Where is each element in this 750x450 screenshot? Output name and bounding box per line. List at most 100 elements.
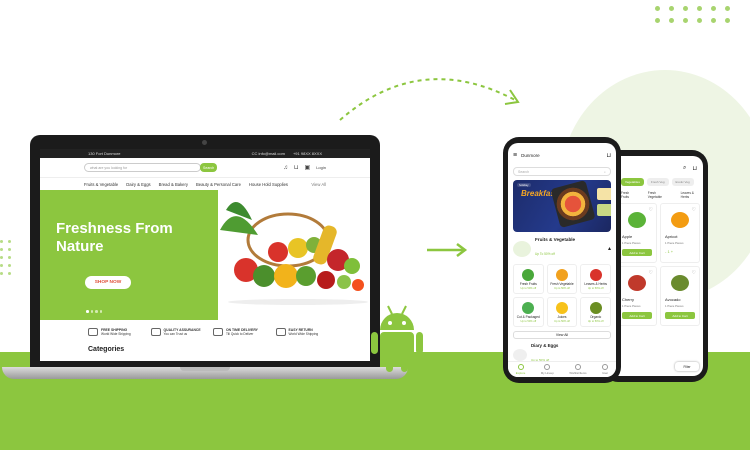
phone-back-header: ⌕ ⊔ (607, 160, 703, 176)
view-all-link[interactable]: View All (311, 182, 326, 187)
search-icon[interactable]: ⌕ (604, 170, 606, 174)
search-input[interactable]: what are you looking for (84, 163, 201, 172)
user-icon (602, 364, 609, 370)
product-pieces: 1 Piece Pieces (622, 241, 641, 245)
chevron-up-icon[interactable]: ▴ (608, 245, 611, 252)
dashed-curve-arrow (339, 78, 520, 121)
product-image (555, 268, 568, 281)
subcategory-tabs: Fresh Fruits Fresh Vegetable Leaves & He… (607, 191, 703, 199)
product-name: Cherry (622, 297, 635, 302)
quantity-stepper[interactable]: - 1 + (665, 249, 673, 254)
return-icon (275, 328, 286, 336)
product-pieces: 1 Piece Pieces (665, 241, 684, 245)
subcategory-card[interactable]: Juices Up to 50% off (546, 297, 578, 327)
section-sub: Up To 50% off (535, 252, 555, 256)
subcategory-card[interactable]: Fresh Vegetable Up to 50% off (546, 264, 578, 294)
hero-green-panel: Freshness From Nature SHOP NOW (40, 190, 218, 320)
subcategory-grid: Fresh Fruits Up to 50% off Fresh Vegetab… (513, 264, 611, 327)
chip-vegetables[interactable]: Vegetables (621, 178, 644, 186)
features-row: FREE SHIPPING World Wide Shipping QUALITY… (88, 325, 328, 339)
product-card[interactable]: ♡ Apricot 1 Piece Pieces - 1 + (660, 203, 700, 263)
section-title: Fruits & Vegetable (535, 237, 576, 242)
category-nav: Fruits & Vegetable Dairy & Eggs Bread & … (40, 178, 370, 190)
feature-return: EASY RETURN World Wide Shipping (275, 325, 329, 339)
subcategory-card[interactable]: Leaves & Herbs Up to 50% off (580, 264, 611, 294)
website-topbar: 130 Fort Dunmore CC info@mail.com +91 98… (40, 149, 370, 158)
search-button[interactable]: Search (199, 163, 218, 172)
fruits-vegetable-section[interactable]: Fruits & Vegetable Up To 50% off ▴ (513, 237, 611, 260)
nav-item-beauty[interactable]: Beauty & Personal Care (196, 182, 241, 187)
subcategory-card[interactable]: Organic Up to 50% off (580, 297, 611, 327)
product-pieces: 1 Piece Pieces (665, 304, 684, 308)
phone-front-header: ≡ Dunmore ⊔ (508, 143, 616, 167)
phone-front-screen: ≡ Dunmore ⊔ Search ⌕ holiday Breakfast T… (508, 143, 616, 377)
subcat-fresh-fruits[interactable]: Fresh Fruits (621, 191, 638, 199)
cart-icon[interactable]: ⊔ (606, 152, 611, 159)
topbar-email[interactable]: CC info@mail.com (252, 151, 285, 156)
hero-carousel-dots[interactable] (86, 310, 102, 313)
search-icon[interactable]: ⌕ (683, 165, 686, 172)
tab-my-lineup[interactable]: My Lineup (541, 364, 554, 375)
heart-icon[interactable]: ♡ (692, 207, 696, 213)
laptop-camera (202, 140, 207, 145)
banner-thumb (597, 188, 611, 200)
subcategory-card[interactable]: Cut & Packaged Up to 50% off (513, 297, 544, 327)
arrow-right-icon (427, 243, 468, 257)
promo-banner[interactable]: holiday Breakfast Time (513, 180, 611, 232)
product-image (522, 301, 535, 314)
topbar-location[interactable]: 130 Fort Dunmore (88, 151, 120, 156)
tab-wishlist[interactable]: Wishlist/Items (569, 364, 587, 375)
filter-button[interactable]: Filter (675, 362, 699, 371)
decorative-side-dots (0, 240, 20, 290)
nav-item-dairy-eggs[interactable]: Dairy & Eggs (126, 182, 150, 187)
heart-icon[interactable]: ♡ (649, 270, 653, 276)
product-card[interactable]: ♡ Cherry 1 Piece Pieces Add to Cart (617, 266, 657, 326)
add-to-cart-button[interactable]: Add to Cart (622, 249, 652, 256)
heart-icon[interactable]: ♡ (692, 270, 696, 276)
feature-free-shipping: FREE SHIPPING World Wide Shipping (88, 325, 141, 339)
nav-item-bread-bakery[interactable]: Bread & Bakery (159, 182, 188, 187)
tab-user[interactable]: User (602, 364, 609, 375)
product-image (671, 212, 689, 228)
shop-now-button[interactable]: SHOP NOW (85, 276, 131, 289)
product-card[interactable]: ♡ Avocado 1 Piece Pieces Add to Cart (660, 266, 700, 326)
dairy-icon (513, 348, 527, 361)
add-to-cart-button[interactable]: Add to Cart (622, 312, 652, 319)
chip-fresh-veg[interactable]: Fresh Veg (646, 178, 669, 186)
feature-delivery: ON TIME DELIVERY Till Quick to Deliver (213, 325, 266, 339)
nav-item-fruits-vegetable[interactable]: Fruits & Vegetable (84, 182, 118, 187)
add-to-cart-button[interactable]: Add to Cart (665, 312, 695, 319)
dish-image (550, 180, 596, 228)
topbar-phone[interactable]: +91 98XX 8XXX (293, 151, 322, 156)
banner-brand: holiday (517, 183, 531, 187)
laptop-notch (180, 367, 230, 371)
fruit-basket-icon (513, 240, 531, 257)
categories-heading: Categories (88, 346, 125, 353)
menu-icon[interactable]: ≡ (513, 152, 517, 159)
decorative-dot-grid (655, 6, 745, 36)
clock-icon (213, 328, 223, 336)
website-header: what are you looking for Search ♫ ⊔ ▣ Lo… (40, 158, 370, 178)
vegetable-basket-image (220, 202, 368, 305)
login-icon[interactable]: ▣ (305, 164, 311, 171)
product-name: Apple (622, 234, 633, 239)
tab-explore[interactable]: Explore (516, 364, 525, 375)
cart-icon[interactable]: ⊔ (692, 165, 697, 172)
bell-icon[interactable]: ♫ (283, 165, 288, 171)
chip-exotic-veg[interactable]: Exotic Veg (671, 178, 694, 186)
subcat-leaves-herbs[interactable]: Leaves & Herbs (681, 191, 703, 199)
laptop-mockup: 130 Fort Dunmore CC info@mail.com +91 98… (2, 135, 408, 379)
subcat-fresh-vegetable[interactable]: Fresh Vegetable (648, 191, 671, 199)
laptop-screen-bezel: 130 Fort Dunmore CC info@mail.com +91 98… (30, 135, 380, 367)
view-all-button[interactable]: View All (513, 331, 611, 339)
nav-item-household[interactable]: House Hold Supplies (249, 182, 288, 187)
heart-icon[interactable]: ♡ (649, 207, 653, 213)
home-icon (517, 364, 524, 370)
product-card[interactable]: ♡ Apple 1 Piece Pieces Add to Cart (617, 203, 657, 263)
search-input[interactable]: Search ⌕ (513, 167, 611, 176)
login-link[interactable]: Login (316, 165, 326, 170)
badge-icon (150, 328, 161, 336)
location-selector[interactable]: Dunmore (521, 153, 602, 158)
cart-icon[interactable]: ⊔ (294, 164, 299, 171)
subcategory-card[interactable]: Fresh Fruits Up to 50% off (513, 264, 544, 294)
